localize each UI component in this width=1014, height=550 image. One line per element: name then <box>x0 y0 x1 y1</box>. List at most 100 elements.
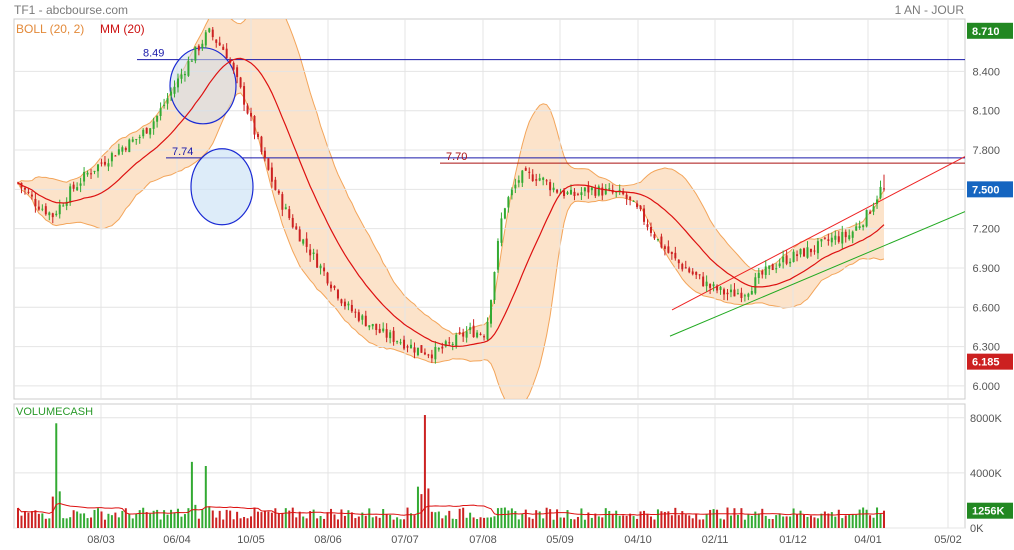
date-tick-label: 10/05 <box>237 534 265 546</box>
volume-bar <box>594 513 597 528</box>
low-value-label: 6.185 <box>972 357 1000 369</box>
candle-body <box>336 289 339 299</box>
date-tick-label: 01/12 <box>779 534 807 546</box>
volume-bar <box>865 509 868 528</box>
candle-body <box>201 43 204 49</box>
volume-bar <box>646 514 649 528</box>
volume-bar <box>79 513 82 528</box>
candle-body <box>625 194 628 199</box>
candle-body <box>552 187 555 191</box>
volume-bar <box>545 507 548 528</box>
candle-body <box>375 323 378 330</box>
candle-body <box>211 29 214 38</box>
volume-bar <box>83 513 86 528</box>
annotation-circle <box>169 47 237 125</box>
candle-body <box>583 187 586 192</box>
candle-body <box>531 174 534 181</box>
volume-bar <box>232 519 235 528</box>
volume-bar <box>841 518 844 528</box>
candle-body <box>458 332 461 334</box>
candle-body <box>576 193 579 195</box>
candle-body <box>284 207 287 210</box>
volume-bar <box>479 517 482 528</box>
candle-body <box>830 237 833 243</box>
volume-bar <box>670 515 673 528</box>
candle-body <box>190 60 193 62</box>
candle-body <box>288 209 291 219</box>
volume-bar <box>580 508 583 528</box>
candle-body <box>156 115 159 122</box>
volume-bar <box>274 508 277 528</box>
volume-bar <box>656 509 659 528</box>
candle-body <box>549 182 552 191</box>
candle-body <box>368 325 371 328</box>
volume-bar <box>392 519 395 528</box>
volume-bar <box>23 511 26 528</box>
candle-body <box>378 328 381 333</box>
volume-bar <box>611 514 614 528</box>
volume-bar <box>110 515 113 528</box>
candle-body <box>48 212 51 216</box>
date-tick-label: 05/02 <box>934 534 962 546</box>
candle-body <box>723 289 726 295</box>
volume-bar <box>524 509 527 528</box>
candle-body <box>243 86 246 105</box>
volume-bar <box>597 516 600 528</box>
candle-body <box>208 28 211 32</box>
volume-bar <box>194 504 197 528</box>
candle-body <box>58 204 61 215</box>
volume-bar <box>173 512 176 528</box>
candle-body <box>656 238 659 241</box>
candle-body <box>764 266 767 275</box>
candle-body <box>173 86 176 94</box>
candle-body <box>684 267 687 269</box>
candle-body <box>702 276 705 287</box>
candle-body <box>117 149 120 155</box>
volume-bar <box>319 516 322 528</box>
volume-bar <box>336 519 339 528</box>
volume-bar <box>531 518 534 528</box>
date-tick-label: 04/01 <box>854 534 882 546</box>
volume-bar <box>159 519 162 528</box>
candle-body <box>354 311 357 313</box>
candle-body <box>215 39 218 43</box>
date-tick-label: 05/09 <box>546 534 574 546</box>
candle-body <box>778 263 781 267</box>
volume-bar <box>872 517 875 528</box>
volume-bar <box>406 507 409 528</box>
candle-body <box>267 158 270 170</box>
candle-body <box>37 206 40 210</box>
candle-body <box>23 187 26 190</box>
candle-body <box>430 354 433 359</box>
candle-body <box>166 98 169 104</box>
candle-body <box>27 191 30 193</box>
candle-body <box>96 164 99 172</box>
volume-bar <box>250 516 253 528</box>
candle-body <box>121 147 124 152</box>
volume-bar <box>48 518 51 528</box>
candle-body <box>646 224 649 228</box>
volume-bar <box>100 511 103 528</box>
candle-body <box>316 253 319 268</box>
volume-bar <box>716 509 719 528</box>
chart-period: 1 AN - JOUR <box>895 3 965 17</box>
volume-bar <box>583 519 586 528</box>
volume-bar <box>796 514 799 528</box>
volume-bar <box>469 512 472 528</box>
volume-bar <box>503 507 506 528</box>
candle-body <box>740 292 743 298</box>
candle-body <box>643 208 646 222</box>
volume-bar <box>382 509 385 528</box>
candle-body <box>72 184 75 189</box>
candle-body <box>573 191 576 197</box>
volume-bar <box>368 508 371 528</box>
volume-bar <box>569 518 572 528</box>
volume-bar <box>246 518 249 528</box>
candle-body <box>803 248 806 257</box>
candle-body <box>503 208 506 219</box>
volume-bar <box>723 519 726 528</box>
volume-bar <box>243 517 246 528</box>
candle-body <box>872 206 875 212</box>
candle-body <box>806 247 809 258</box>
candle-body <box>142 129 145 137</box>
